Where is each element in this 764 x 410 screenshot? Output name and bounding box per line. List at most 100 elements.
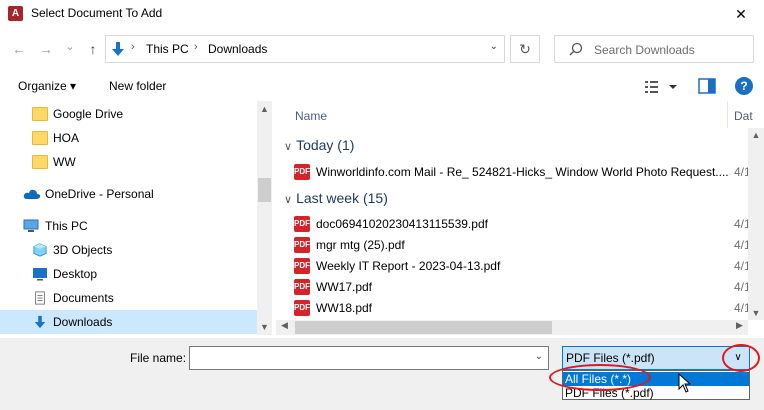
file-name: WW17.pdf [316, 280, 373, 294]
breadcrumb-this-pc[interactable]: This PC [146, 42, 189, 56]
chevron-down-icon: ∨ [284, 194, 293, 206]
file-row[interactable]: PDF WW17.pdf 4/1 [294, 277, 754, 298]
column-divider[interactable] [727, 101, 728, 128]
sidebar-item-ww[interactable]: WW [0, 150, 257, 174]
chevron-down-icon: ∨ [284, 141, 293, 153]
scrollbar-thumb[interactable] [258, 178, 271, 202]
scroll-left-icon[interactable]: ◀ [281, 320, 288, 331]
column-header: Name Dat [276, 101, 764, 128]
view-options-icon[interactable] [643, 78, 683, 96]
sidebar-item-label: Documents [53, 291, 114, 305]
title-bar: A Select Document To Add ✕ [0, 0, 764, 28]
computer-icon [23, 219, 39, 232]
group-label: Last week (15) [296, 190, 388, 206]
pdf-file-icon: PDF [294, 216, 310, 232]
folder-icon [32, 155, 48, 169]
scroll-right-icon[interactable]: ▶ [736, 320, 743, 331]
file-type-option-all-files[interactable]: All Files (*.*) [563, 372, 749, 386]
sidebar-item-google-drive[interactable]: Google Drive [0, 102, 257, 126]
file-name: mgr mtg (25).pdf [316, 238, 405, 252]
mouse-cursor-icon [678, 373, 692, 393]
pdf-file-icon: PDF [294, 164, 310, 180]
chevron-down-icon[interactable]: ⌄ [535, 351, 543, 362]
forward-button[interactable]: → [36, 39, 56, 59]
file-row[interactable]: PDF Winworldinfo.com Mail - Re_ 524821-H… [294, 162, 754, 183]
close-button[interactable]: ✕ [718, 0, 764, 28]
scroll-up-icon[interactable]: ▲ [257, 104, 272, 114]
file-row[interactable]: PDF doc06941020230413115539.pdf 4/1 [294, 214, 754, 235]
file-name-area: File name: ⌄ PDF Files (*.pdf) ∨ All Fil… [0, 338, 764, 410]
pdf-file-icon: PDF [294, 300, 310, 316]
pdf-file-icon: PDF [294, 258, 310, 274]
breadcrumb-separator[interactable]: › [131, 41, 135, 53]
cloud-icon [23, 189, 41, 199]
file-type-option-pdf-files[interactable]: PDF Files (*.pdf) [563, 386, 749, 400]
scroll-up-icon[interactable]: ▲ [748, 130, 764, 140]
sidebar-item-label: HOA [53, 131, 80, 145]
sidebar-item-downloads[interactable]: Downloads [0, 310, 257, 334]
file-row[interactable]: PDF WW18.pdf 4/1 [294, 298, 754, 319]
file-name-input[interactable]: ⌄ [189, 346, 549, 370]
preview-pane-icon[interactable] [698, 78, 716, 94]
cube-icon [33, 243, 47, 257]
sidebar-item-hoa[interactable]: HOA [0, 126, 257, 150]
help-icon[interactable]: ? [735, 77, 753, 95]
search-input[interactable]: Search Downloads [594, 43, 695, 57]
up-button[interactable]: ↑ [83, 39, 103, 59]
sidebar-item-label: 3D Objects [53, 243, 113, 257]
breadcrumb-downloads[interactable]: Downloads [208, 42, 267, 56]
pdf-file-icon: PDF [294, 279, 310, 295]
file-row[interactable]: PDF mgr mtg (25).pdf 4/1 [294, 235, 754, 256]
refresh-button[interactable]: ↻ [510, 35, 540, 63]
chevron-down-icon[interactable]: ∨ [727, 347, 749, 369]
file-list-pane: Name Dat ∨ Today (1) PDF Winworldinfo.com… [276, 101, 764, 335]
file-type-dropdown-list: All Files (*.*) PDF Files (*.pdf) [562, 370, 750, 400]
scroll-down-icon[interactable]: ▼ [257, 322, 272, 332]
sidebar-item-label: Google Drive [53, 107, 124, 121]
sidebar-item-label: WW [53, 155, 76, 169]
file-name: Winworldinfo.com Mail - Re_ 524821-Hicks… [316, 165, 729, 179]
chevron-down-icon[interactable]: ⌄ [490, 41, 498, 52]
group-header-today[interactable]: ∨ Today (1) [284, 137, 354, 153]
window-title: Select Document To Add [31, 6, 163, 20]
search-icon [569, 42, 583, 56]
folder-icon [32, 107, 48, 121]
address-bar[interactable]: › This PC › Downloads ⌄ [105, 35, 505, 63]
scrollbar-thumb[interactable] [295, 321, 552, 334]
column-name-header[interactable]: Name [295, 109, 327, 123]
back-button[interactable]: ← [9, 39, 29, 59]
sidebar-scrollbar[interactable]: ▲ ▼ [257, 101, 272, 335]
file-name-label: File name: [130, 351, 187, 365]
new-folder-button[interactable]: New folder [109, 79, 166, 93]
document-icon [35, 291, 45, 305]
navigation-pane: Google Drive HOA WW OneDrive - Personal … [0, 101, 272, 335]
sidebar-item-label: Desktop [53, 267, 98, 281]
sidebar-item-3d-objects[interactable]: 3D Objects [0, 238, 257, 262]
sidebar-item-desktop[interactable]: Desktop [0, 262, 257, 286]
column-date-header[interactable]: Dat [734, 109, 753, 123]
file-name: Weekly IT Report - 2023-04-13.pdf [316, 259, 501, 273]
breadcrumb-separator[interactable]: › [194, 41, 198, 53]
sidebar-item-label: OneDrive - Personal [45, 187, 154, 201]
file-name: doc06941020230413115539.pdf [316, 217, 488, 231]
folder-icon [32, 131, 48, 145]
command-toolbar: Organize ▾ New folder ? [0, 72, 764, 100]
scroll-down-icon[interactable]: ▼ [748, 308, 764, 318]
organize-button[interactable]: Organize ▾ [18, 79, 76, 93]
search-box[interactable]: Search Downloads [554, 35, 754, 63]
access-app-icon: A [8, 6, 23, 21]
file-type-select[interactable]: PDF Files (*.pdf) ∨ [562, 346, 750, 370]
sidebar-item-label: This PC [45, 219, 88, 233]
download-icon [34, 315, 46, 329]
recent-locations-button[interactable]: ⌄ [60, 37, 80, 57]
sidebar-item-documents[interactable]: Documents [0, 286, 257, 310]
file-type-value: PDF Files (*.pdf) [566, 351, 655, 365]
group-header-last-week[interactable]: ∨ Last week (15) [284, 190, 388, 206]
file-row[interactable]: PDF Weekly IT Report - 2023-04-13.pdf 4/… [294, 256, 754, 277]
file-list-horizontal-scrollbar[interactable]: ◀ ▶ [276, 320, 748, 335]
sidebar-item-onedrive[interactable]: OneDrive - Personal [0, 182, 257, 206]
file-list-vertical-scrollbar[interactable]: ▲ ▼ [748, 128, 764, 320]
downloads-location-icon [112, 42, 124, 56]
group-label: Today (1) [296, 137, 355, 153]
sidebar-item-this-pc[interactable]: This PC [0, 214, 257, 238]
